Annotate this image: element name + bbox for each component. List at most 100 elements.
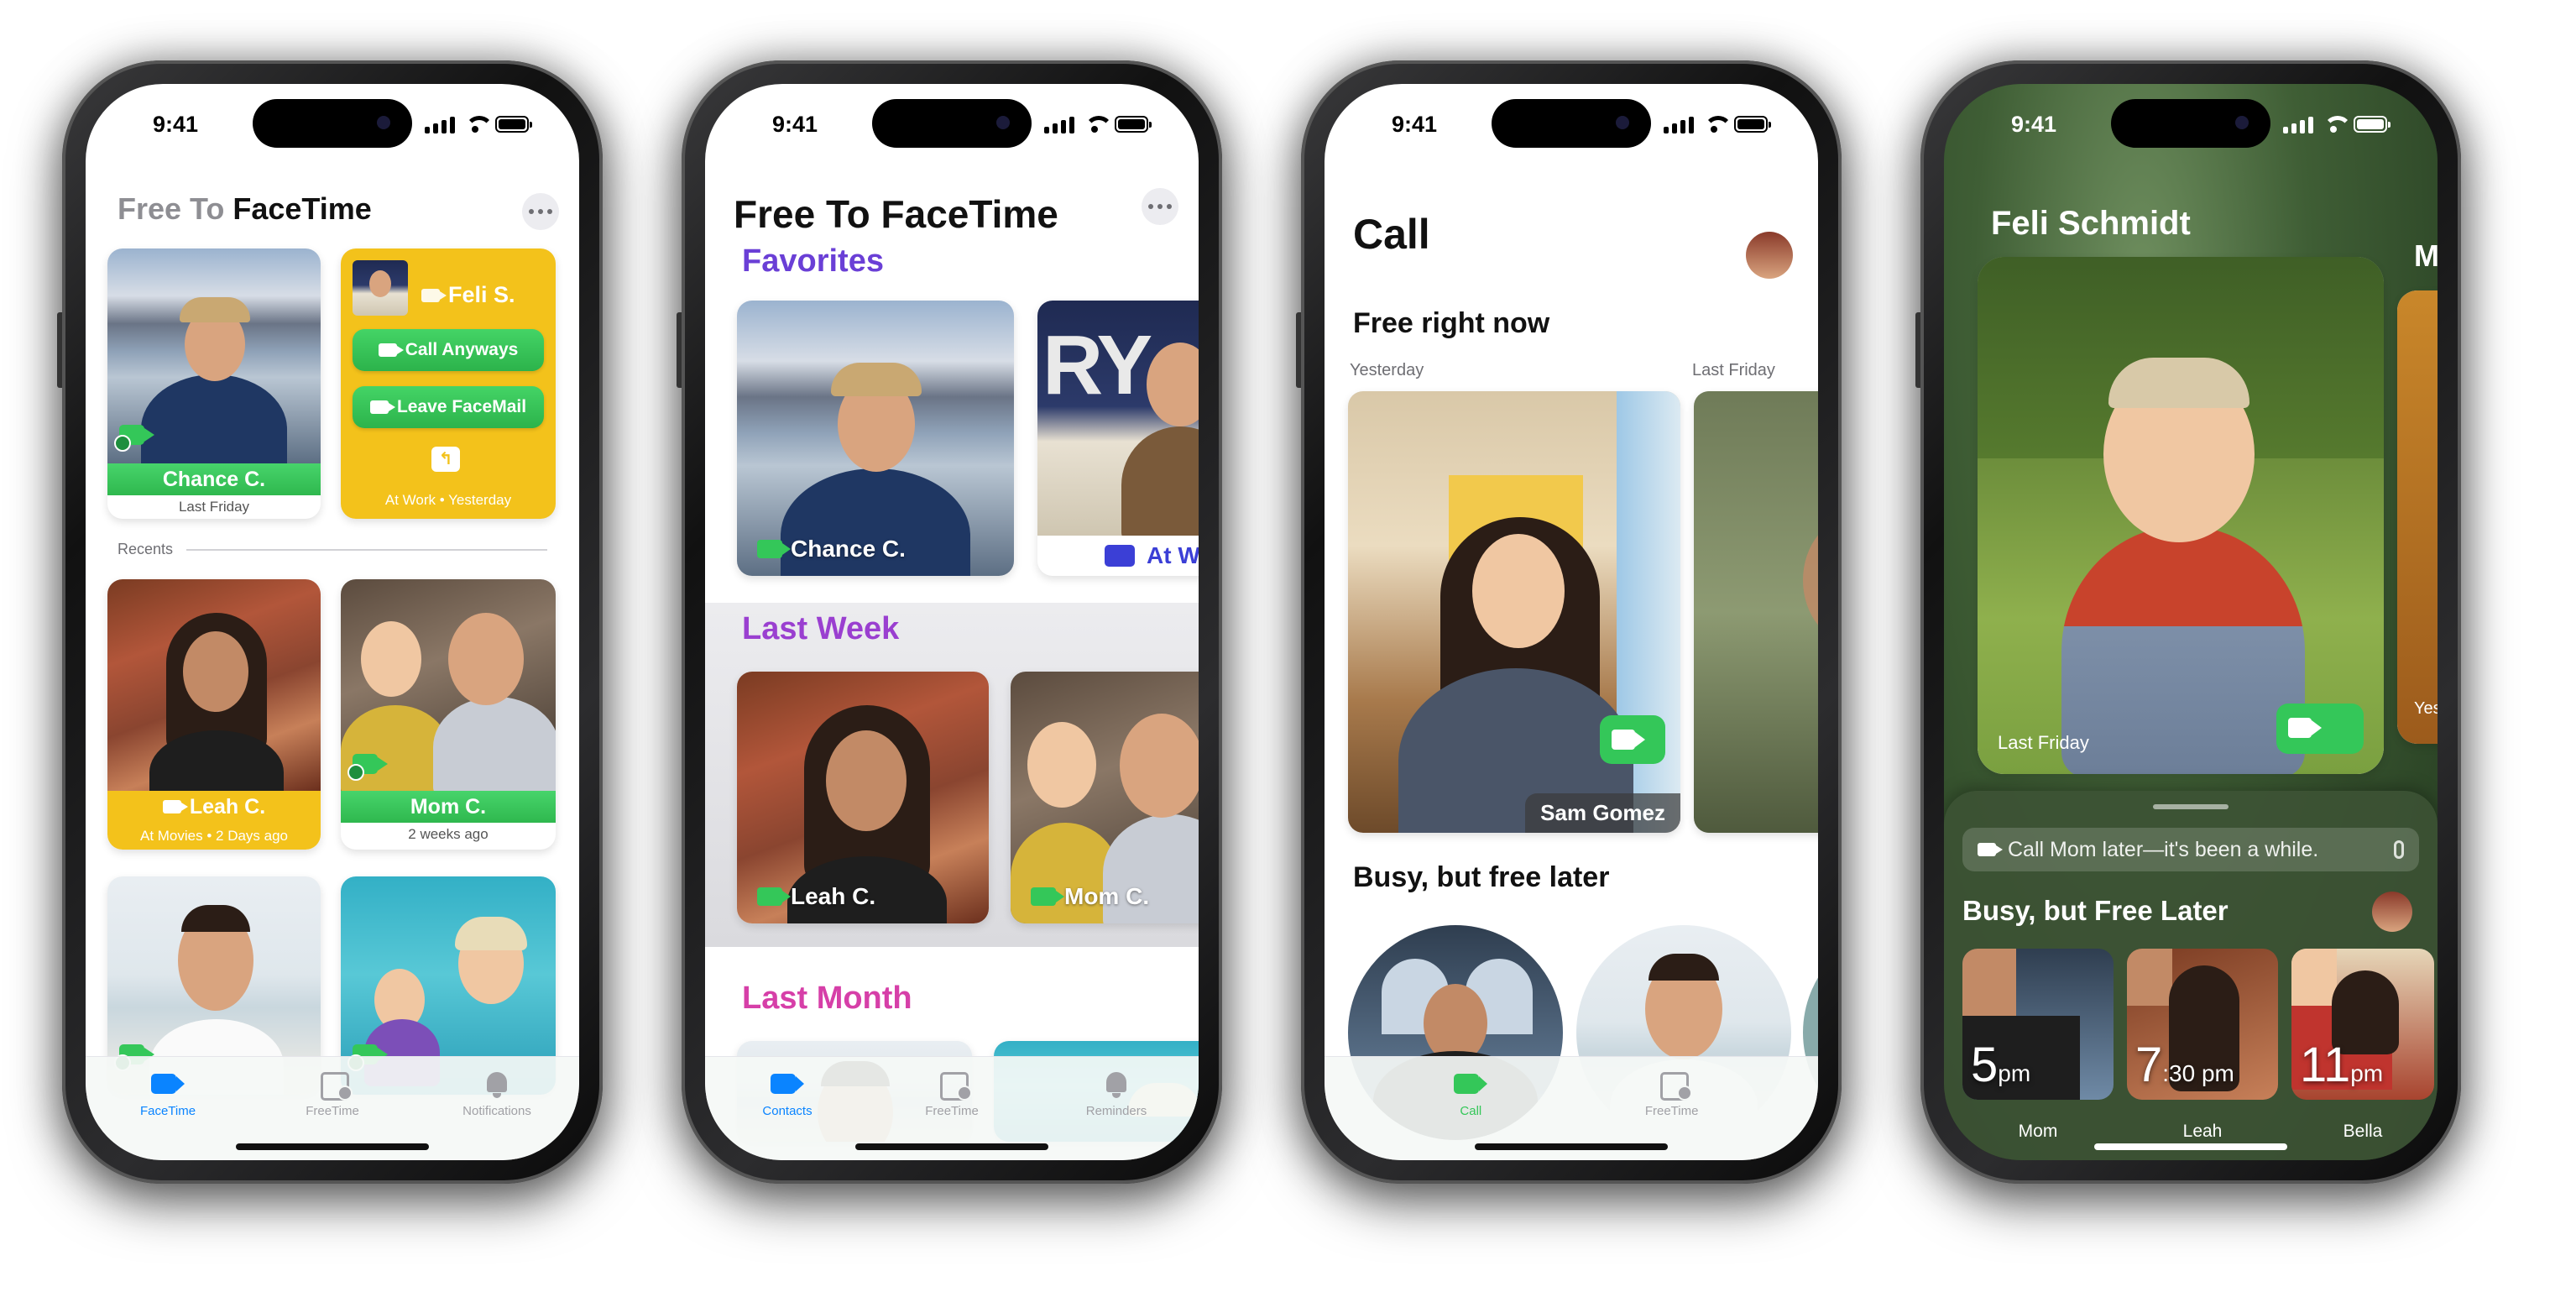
calendar-clock-icon [1652,1069,1692,1101]
profile-avatar[interactable] [2372,892,2412,932]
recent-card-mom[interactable]: Mom C. 2 weeks ago [341,579,556,850]
siri-suggestion-field[interactable]: Call Mom later—it's been a while. [1962,828,2419,871]
wifi-icon [2322,116,2352,133]
contact-photo [107,579,321,791]
leave-facemail-label: Leave FaceMail [396,397,527,416]
facetime-icon [757,540,782,558]
dynamic-island [253,99,412,148]
bell-icon [477,1069,517,1099]
section-last-month: Last Month [742,981,912,1016]
facetime-available-icon [114,421,156,452]
time-suffix: pm [2350,1060,2384,1086]
facetime-tab-icon [1450,1069,1491,1099]
section-free-right-now: Free right now [1353,307,1550,339]
facetime-tab-icon [148,1069,188,1099]
contact-photo [1978,257,2384,774]
title-light: Free To [118,191,225,226]
bottom-sheet[interactable]: Call Mom later—it's been a while. Busy, … [1944,791,2438,1160]
tab-facetime[interactable]: FaceTime [113,1069,222,1160]
next-contact-peek-name: Ma [2414,238,2438,273]
sheet-grabber[interactable] [2153,804,2229,809]
video-icon [1978,843,1996,856]
hero-contact-card[interactable]: Last Friday [1978,257,2384,774]
recent-card-mom[interactable]: Mom C. [1011,672,1199,923]
contact-name-label: Leah C. [757,883,875,910]
home-indicator[interactable] [1475,1143,1668,1150]
section-last-week: Last Week [742,611,900,646]
video-off-icon [162,800,181,813]
card-when-label: Last Friday [1692,361,1775,379]
recent-card-leah[interactable]: Leah C. [737,672,989,923]
facetime-tab-icon [767,1069,807,1099]
favorite-card-chance[interactable]: Chance C. Last Friday [107,248,321,519]
title-bold: FaceTime [233,191,372,226]
suggestion-text: Call Mom later—it's been a while. [2008,837,2319,861]
home-indicator[interactable] [236,1143,429,1150]
contact-name: Leah C. [189,794,266,819]
tab-label: FreeTime [925,1104,979,1118]
divider [186,549,547,551]
phone-frame-2: 9:41 Free To FaceTime Favorites Chance C… [677,60,1222,1184]
call-anyways-label: Call Anyways [405,340,519,359]
next-contact-card[interactable]: Yeste [2397,290,2438,744]
status-caption: At Work • Yesterday [384,492,512,508]
tab-contacts[interactable]: Contacts [733,1069,842,1160]
tab-label: Call [1460,1104,1482,1118]
recent-card-leah[interactable]: Leah C. At Movies • 2 Days ago [107,579,321,850]
more-options-button[interactable] [522,193,559,230]
return-icon[interactable]: ↰ [431,447,460,472]
phone-frame-4: 9:41 Feli Schmidt Ma Last Friday Yeste [1915,60,2461,1184]
free-now-card-2[interactable] [1694,391,1818,833]
video-off-icon [421,288,440,302]
page-title: Call [1353,211,1430,258]
status-time: 9:41 [1392,111,1438,137]
facetime-call-button[interactable] [1600,715,1665,764]
dynamic-island [872,99,1032,148]
last-call-caption: 2 weeks ago [408,826,489,842]
favorite-card-feli[interactable]: Feli S. Call Anyways Leave FaceMail ↰ At… [341,248,556,519]
status-caption: At Movies • 2 Days ago [107,823,321,850]
tab-label: Notifications [462,1104,531,1118]
free-time: 11pm [2291,1037,2434,1093]
facetime-call-button[interactable] [2276,704,2364,754]
time-suffix: :30 pm [2162,1060,2234,1086]
tab-label: FreeTime [306,1104,359,1118]
more-options-button[interactable] [1142,188,1178,225]
free-later-tile-bella[interactable]: 11pm [2291,949,2434,1100]
favorite-card-feli[interactable]: RY At W [1037,301,1199,576]
battery-icon [1734,116,1771,133]
call-anyways-button[interactable]: Call Anyways [353,329,544,371]
last-call-caption: Last Friday [178,499,250,515]
free-later-tile-leah[interactable]: 7:30 pm [2127,949,2278,1100]
profile-avatar[interactable] [1746,232,1793,279]
wifi-icon [463,116,494,133]
free-later-tile-mom[interactable]: 5pm [1962,949,2114,1100]
home-indicator[interactable] [2094,1143,2287,1150]
page-title: Free To FaceTime [734,192,1058,236]
free-now-card-sam[interactable]: Sam Gomez [1348,391,1680,833]
hour: 11 [2300,1038,2351,1092]
page-title: Free To FaceTime [118,191,372,227]
wifi-icon [1083,116,1113,133]
battery-icon [2354,116,2391,133]
screen-free-to-facetime-sections: 9:41 Free To FaceTime Favorites Chance C… [705,84,1199,1160]
tab-reminders[interactable]: Reminders [1062,1069,1171,1160]
tile-name: Leah [2182,1122,2223,1141]
tab-notifications[interactable]: Notifications [442,1069,551,1160]
microphone-icon[interactable] [2394,840,2404,859]
card-when-label: Yesterday [1350,361,1424,379]
tile-name: Mom [2018,1122,2058,1141]
free-time: 7:30 pm [2127,1037,2278,1093]
section-favorites: Favorites [742,243,884,279]
sheet-title: Busy, but Free Later [1962,895,2229,926]
leave-facemail-button[interactable]: Leave FaceMail [353,386,544,428]
screen-contact-detail: 9:41 Feli Schmidt Ma Last Friday Yeste [1944,84,2438,1160]
home-indicator[interactable] [855,1143,1048,1150]
contact-photo [737,301,1014,576]
cellular-signal-icon [2283,115,2313,133]
dynamic-island [2111,99,2270,148]
battery-icon [1115,116,1152,133]
time-suffix: pm [1998,1060,2031,1086]
favorite-card-chance[interactable]: Chance C. [737,301,1014,576]
contact-photo [1694,391,1818,833]
